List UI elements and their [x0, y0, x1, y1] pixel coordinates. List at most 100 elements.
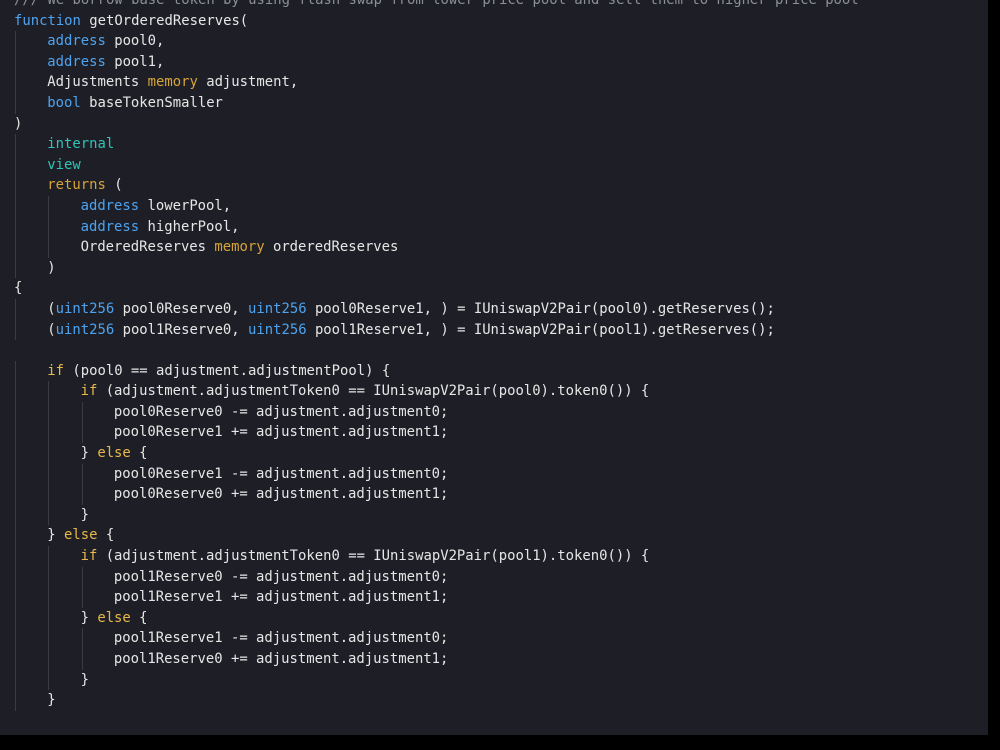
code-token: address [47, 53, 106, 70]
code-line[interactable]: } else { [14, 607, 859, 629]
code-line[interactable]: } [14, 690, 859, 711]
code-token: } [47, 692, 56, 709]
code-token: } [80, 445, 98, 462]
indent-guide [15, 298, 16, 320]
code-token: pool0Reserve0 += adjustment.adjustment1; [113, 486, 449, 503]
code-token: Adjustments [47, 74, 148, 91]
code-line[interactable]: } else { [14, 443, 859, 464]
code-line[interactable]: internal [14, 134, 859, 155]
code-line[interactable]: Adjustments memory adjustment, [14, 72, 859, 93]
code-line[interactable]: address pool1, [14, 51, 859, 73]
code-line[interactable]: } [14, 504, 859, 526]
indent-guide [81, 566, 83, 588]
code-line[interactable] [14, 340, 859, 361]
code-token: pool0Reserve1, ) = IUniswapV2Pair(pool0)… [306, 300, 775, 317]
indent-guide [48, 628, 50, 649]
code-line[interactable]: pool0Reserve1 += adjustment.adjustment1; [14, 422, 859, 444]
indent-guide [81, 628, 83, 649]
indent-guide [15, 154, 16, 176]
code-token: memory [147, 74, 198, 91]
code-line[interactable]: pool1Reserve0 += adjustment.adjustment1; [14, 649, 859, 670]
indent-guide [15, 237, 16, 258]
indent-guide [15, 195, 16, 217]
indent-guide [15, 566, 16, 588]
indent-guide [48, 216, 50, 238]
code-line[interactable]: address lowerPool, [14, 195, 859, 217]
code-line[interactable]: address pool0, [14, 31, 859, 52]
code-editor[interactable]: /// We borrow base token by using flash … [0, 0, 988, 735]
indent-guide [48, 463, 50, 485]
code-token: address [80, 197, 140, 214]
code-token: uint256 [55, 321, 115, 338]
code-line[interactable]: address higherPool, [14, 216, 859, 238]
code-line[interactable]: pool0Reserve0 -= adjustment.adjustment0; [14, 401, 859, 423]
code-token: address [47, 33, 106, 50]
code-token: (adjustment.adjustmentToken0 == IUniswap… [97, 548, 650, 565]
code-line[interactable] [14, 711, 859, 732]
code-token: pool0Reserve1 -= adjustment.adjustment0; [113, 465, 449, 482]
code-token: else [97, 445, 131, 462]
code-token: ( [47, 300, 56, 317]
code-line[interactable]: pool1Reserve0 -= adjustment.adjustment0; [14, 566, 859, 588]
code-token: /// We borrow base token by using flash … [14, 0, 859, 8]
code-line[interactable]: /// We borrow base token by using flash … [14, 0, 859, 11]
code-line[interactable]: if (adjustment.adjustmentToken0 == IUnis… [14, 381, 859, 402]
code-line[interactable]: pool0Reserve1 -= adjustment.adjustment0; [14, 463, 859, 485]
indent-guide [81, 649, 83, 670]
code-block[interactable]: /// We borrow base token by using flash … [14, 0, 859, 731]
code-line[interactable]: bool baseTokenSmaller [14, 92, 859, 114]
code-line[interactable]: pool1Reserve1 -= adjustment.adjustment0; [14, 628, 859, 649]
code-token: uint256 [248, 300, 307, 317]
indent-guide [15, 360, 16, 382]
code-line[interactable]: function getOrderedReserves( [14, 11, 859, 32]
indent-guide [15, 319, 16, 341]
code-line[interactable]: if (pool0 == adjustment.adjustmentPool) … [14, 360, 859, 382]
code-token: { [130, 609, 148, 626]
indent-guide [15, 72, 16, 93]
code-line[interactable]: { [14, 278, 859, 299]
indent-guide [15, 649, 16, 670]
code-line[interactable]: pool1Reserve1 += adjustment.adjustment1; [14, 587, 859, 608]
indent-guide [81, 422, 83, 444]
code-line[interactable]: view [14, 154, 859, 176]
code-token: if [47, 362, 65, 379]
indent-guide [48, 566, 50, 588]
code-line[interactable]: OrderedReserves memory orderedReserves [14, 237, 859, 258]
code-token: (adjustment.adjustmentToken0 == IUniswap… [97, 383, 650, 400]
indent-guide [15, 587, 16, 608]
code-line[interactable]: returns ( [14, 175, 859, 196]
code-token: internal [47, 136, 115, 153]
indent-guide [15, 463, 16, 485]
code-token: getOrderedReserves( [80, 12, 249, 29]
code-token: pool1Reserve1, ) = IUniswapV2Pair(pool1)… [306, 321, 775, 338]
code-line[interactable]: (uint256 pool1Reserve0, uint256 pool1Res… [14, 319, 859, 341]
indent-guide [15, 484, 16, 505]
indent-guide [81, 484, 83, 505]
indent-guide [48, 546, 50, 567]
code-token: pool1Reserve0 += adjustment.adjustment1; [113, 651, 449, 667]
code-line[interactable]: ) [14, 257, 859, 279]
code-token: if [80, 383, 98, 400]
code-token: uint256 [248, 321, 307, 338]
code-line[interactable]: pool0Reserve0 += adjustment.adjustment1; [14, 484, 859, 505]
code-token: returns [47, 177, 106, 194]
code-token: } [80, 671, 89, 688]
code-line[interactable]: } [14, 669, 859, 691]
code-token: baseTokenSmaller [80, 94, 223, 111]
indent-guide [48, 381, 50, 402]
code-line[interactable]: } else { [14, 525, 859, 547]
code-token: else [97, 609, 131, 626]
code-line[interactable]: (uint256 pool0Reserve0, uint256 pool0Res… [14, 298, 859, 320]
indent-guide [81, 587, 83, 608]
indent-guide [15, 628, 16, 649]
indent-guide [15, 51, 16, 73]
indent-guide [15, 669, 16, 691]
indent-guide [15, 381, 16, 402]
code-line[interactable]: ) [14, 114, 859, 135]
code-line[interactable]: if (adjustment.adjustmentToken0 == IUnis… [14, 546, 859, 567]
indent-guide [48, 607, 50, 629]
code-token: OrderedReserves [80, 239, 215, 256]
indent-guide [15, 257, 16, 279]
indent-guide [15, 175, 16, 196]
code-token: if [80, 548, 98, 565]
